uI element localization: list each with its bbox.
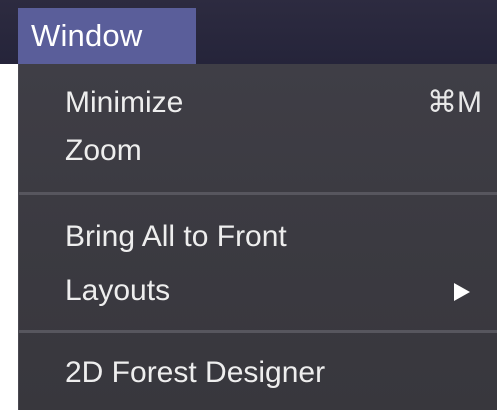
menu-item-minimize[interactable]: Minimize ⌘M [19, 78, 497, 128]
menu-item-2d-forest-designer[interactable]: 2D Forest Designer [19, 348, 497, 398]
screen: Window Minimize ⌘M Zoom Bring All to Fro… [0, 0, 497, 410]
window-menu-dropdown: Minimize ⌘M Zoom Bring All to Front Layo… [18, 64, 497, 410]
menu-item-label: Bring All to Front [65, 220, 287, 253]
menu-bar: Window [0, 0, 497, 64]
submenu-arrow-icon [454, 283, 470, 301]
window-menu-title[interactable]: Window [18, 8, 196, 64]
menu-item-layouts[interactable]: Layouts [19, 266, 497, 316]
keyboard-shortcut: ⌘M [427, 86, 482, 119]
menu-separator [19, 192, 497, 195]
menu-item-zoom[interactable]: Zoom [19, 126, 497, 176]
menu-item-label: Minimize [65, 86, 184, 119]
menu-item-label: Layouts [65, 274, 171, 307]
menu-item-label: 2D Forest Designer [65, 356, 326, 389]
menu-item-bring-all-to-front[interactable]: Bring All to Front [19, 212, 497, 262]
menu-item-label: Zoom [65, 134, 142, 167]
menu-separator [19, 330, 497, 333]
